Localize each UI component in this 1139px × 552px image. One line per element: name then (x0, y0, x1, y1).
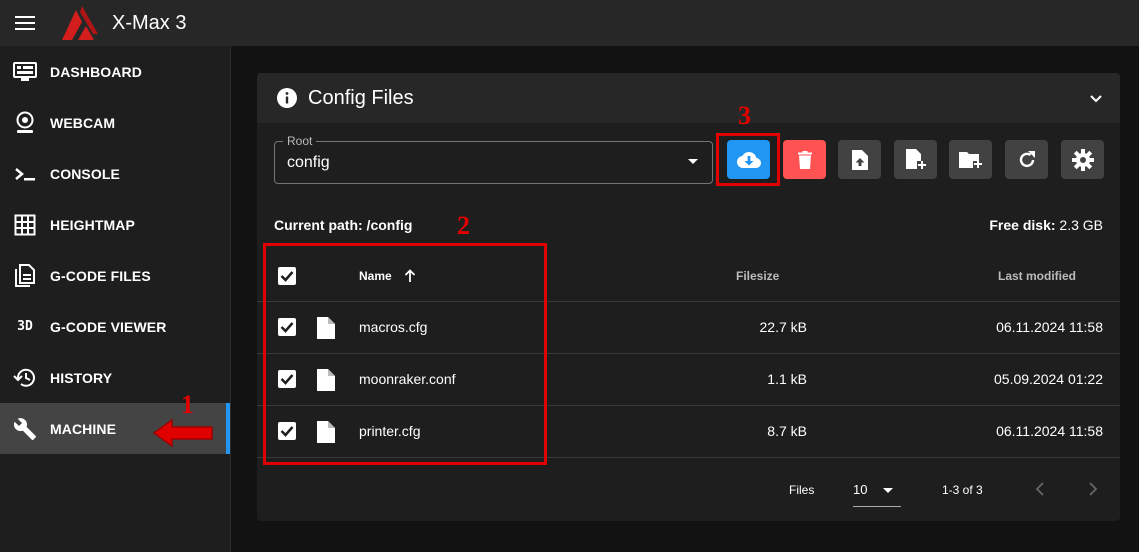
folder-plus-icon (958, 151, 982, 168)
root-select-label: Root (283, 134, 317, 148)
card-title: Config Files (308, 86, 414, 109)
chevron-right-icon[interactable] (1085, 479, 1101, 499)
trash-icon (797, 150, 812, 169)
column-header-filesize[interactable]: Filesize (736, 269, 779, 283)
app-bar: X-Max 3 (0, 0, 1139, 46)
caret-down-icon (883, 488, 893, 493)
monitor-dashboard-icon (12, 59, 38, 85)
annotation-number-1: 1 (181, 390, 194, 419)
root-select[interactable]: Root config (274, 134, 713, 184)
file-modified: 06.11.2024 11:58 (996, 319, 1103, 335)
sidebar-item-label: G-CODE FILES (50, 267, 151, 284)
free-disk-value: 2.3 GB (1059, 217, 1103, 233)
file-document-multiple-icon (12, 263, 38, 289)
sidebar-item-label: DASHBOARD (50, 63, 142, 80)
file-modified: 05.09.2024 01:22 (994, 371, 1103, 387)
file-plus-icon (905, 148, 926, 169)
info-icon (277, 88, 297, 108)
sidebar-item-dashboard[interactable]: DASHBOARD (0, 46, 230, 97)
settings-button[interactable] (1061, 140, 1104, 179)
per-page-value: 10 (853, 482, 868, 497)
file-size: 1.1 kB (767, 371, 807, 387)
wrench-icon (12, 416, 38, 442)
file-modified: 06.11.2024 11:58 (996, 423, 1103, 439)
column-header-last-modified[interactable]: Last modified (998, 269, 1076, 283)
file-size: 22.7 kB (759, 319, 807, 335)
sidebar-item-gcode-files[interactable]: G-CODE FILES (0, 250, 230, 301)
history-icon (12, 365, 38, 391)
sidebar: DASHBOARD WEBCAM CONSOLE HEIGHTMAP G-COD… (0, 46, 231, 552)
chevron-left-icon[interactable] (1032, 479, 1048, 499)
free-disk: Free disk: 2.3 GB (989, 217, 1103, 233)
sidebar-item-history[interactable]: HISTORY (0, 352, 230, 403)
root-select-value: config (287, 154, 330, 171)
pagination-range: 1-3 of 3 (942, 483, 983, 497)
sidebar-item-label: CONSOLE (50, 165, 120, 182)
app-title: X-Max 3 (112, 11, 187, 34)
new-folder-button[interactable] (949, 140, 992, 179)
menu-icon[interactable] (15, 16, 35, 30)
files-per-page-label: Files (789, 483, 815, 497)
per-page-select[interactable]: 10 (853, 473, 901, 507)
grid-icon (12, 212, 38, 238)
file-upload-icon (851, 149, 868, 170)
card-header[interactable]: Config Files (257, 73, 1120, 123)
sidebar-item-heightmap[interactable]: HEIGHTMAP (0, 199, 230, 250)
free-disk-label: Free disk: (989, 217, 1056, 233)
upload-file-button[interactable] (838, 140, 881, 179)
sidebar-item-webcam[interactable]: WEBCAM (0, 97, 230, 148)
sidebar-item-label: WEBCAM (50, 114, 116, 131)
annotation-box-2 (263, 243, 547, 465)
sidebar-item-label: MACHINE (50, 420, 117, 437)
file-size: 8.7 kB (767, 423, 807, 439)
chevron-up-icon[interactable] (1088, 90, 1104, 106)
annotation-number-2: 2 (457, 211, 470, 240)
logo-icon (62, 6, 98, 40)
gear-icon (1071, 148, 1094, 171)
sidebar-item-label: HISTORY (50, 369, 113, 386)
annotation-box-3 (716, 133, 780, 186)
new-file-button[interactable] (894, 140, 937, 179)
3d-icon: 3D (17, 319, 33, 334)
annotation-number-3: 3 (738, 101, 751, 130)
caret-down-icon (688, 159, 698, 164)
webcam-icon (12, 110, 38, 136)
refresh-button[interactable] (1005, 140, 1048, 179)
refresh-icon (1019, 150, 1035, 167)
annotation-arrow-icon (152, 418, 213, 448)
current-path: Current path: /config (274, 217, 413, 233)
console-icon (12, 161, 38, 187)
sidebar-item-console[interactable]: CONSOLE (0, 148, 230, 199)
active-indicator (226, 403, 230, 454)
sidebar-item-label: G-CODE VIEWER (50, 318, 167, 335)
sidebar-item-gcode-viewer[interactable]: 3D G-CODE VIEWER (0, 301, 230, 352)
sidebar-item-label: HEIGHTMAP (50, 216, 135, 233)
delete-button[interactable] (783, 140, 826, 179)
